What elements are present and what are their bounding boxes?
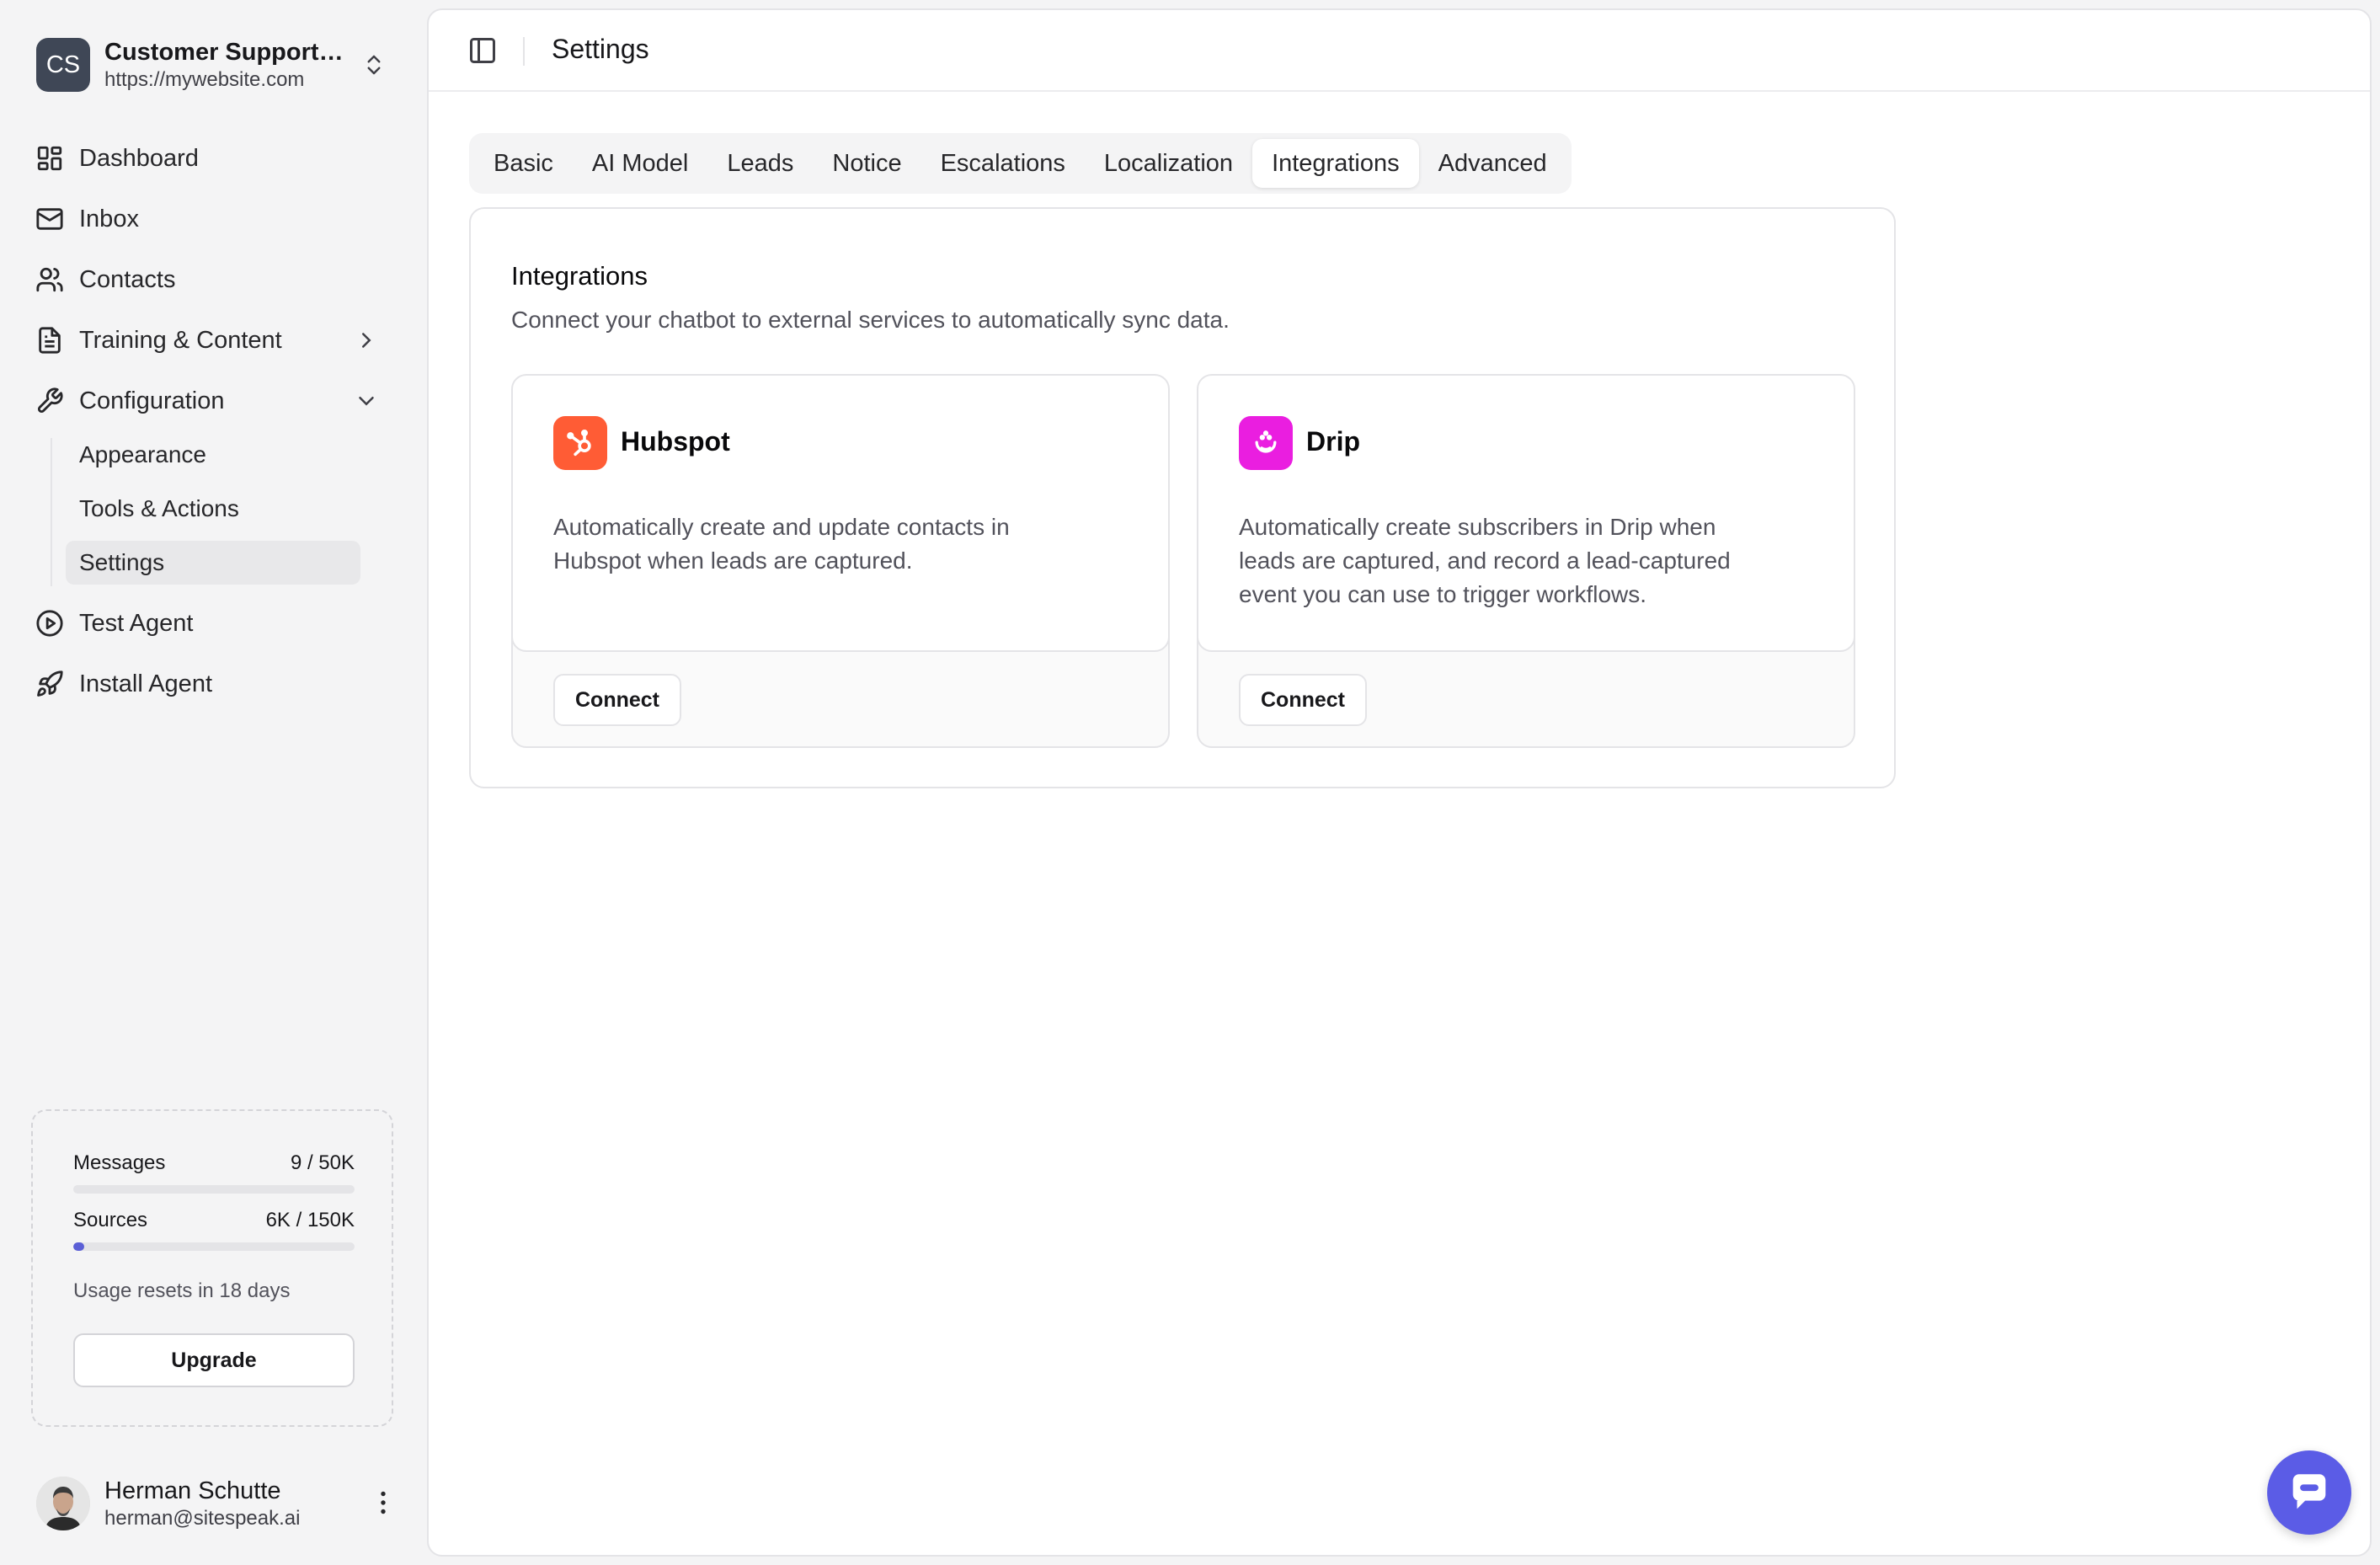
tab-escalations[interactable]: Escalations: [921, 139, 1085, 188]
sidebar-item-dashboard[interactable]: Dashboard: [30, 133, 391, 184]
main-panel: Settings Basic AI Model Leads Notice Esc…: [427, 8, 2372, 1557]
connect-drip-button[interactable]: Connect: [1239, 674, 1367, 726]
sidebar-item-label: Configuration: [79, 387, 225, 414]
sidebar-subitem-tools[interactable]: Tools & Actions: [66, 487, 360, 531]
section-description: Connect your chatbot to external service…: [511, 307, 1230, 333]
integrations-card: Integrations Connect your chatbot to ext…: [469, 207, 1896, 788]
sidebar-toggle-icon[interactable]: [467, 35, 498, 66]
avatar: [36, 1477, 90, 1530]
usage-messages-label: Messages: [73, 1151, 166, 1174]
section-title: Integrations: [511, 261, 648, 291]
sidebar-item-label: Training & Content: [79, 326, 282, 354]
workspace-switcher[interactable]: CS Customer Support Agent https://mywebs…: [36, 35, 390, 94]
sidebar-item-training[interactable]: Training & Content: [30, 315, 391, 366]
integration-drip: Drip Automatically create subscribers in…: [1197, 374, 1855, 748]
tab-integrations[interactable]: Integrations: [1252, 139, 1419, 188]
tab-advanced[interactable]: Advanced: [1419, 139, 1566, 188]
chat-launcher-button[interactable]: [2267, 1450, 2351, 1535]
sidebar: CS Customer Support Agent https://mywebs…: [0, 0, 426, 1565]
tab-basic[interactable]: Basic: [474, 139, 573, 188]
user-name: Herman Schutte: [104, 1477, 281, 1504]
sidebar-item-label: Dashboard: [79, 144, 199, 172]
submenu-guide: [51, 438, 52, 586]
usage-sources-bar: [73, 1242, 355, 1251]
hubspot-icon: [553, 416, 607, 470]
sidebar-item-test-agent[interactable]: Test Agent: [30, 598, 391, 649]
integration-hubspot: Hubspot Automatically create and update …: [511, 374, 1170, 748]
workspace-avatar: CS: [36, 38, 90, 92]
settings-tabs: Basic AI Model Leads Notice Escalations …: [469, 133, 1572, 194]
usage-card: Messages 9 / 50K Sources 6K / 150K Usage…: [31, 1109, 393, 1427]
integration-description: Automatically create and update contacts…: [553, 514, 1010, 574]
user-email: herman@sitespeak.ai: [104, 1507, 301, 1530]
sidebar-item-contacts[interactable]: Contacts: [30, 254, 391, 305]
play-circle-icon: [36, 610, 63, 637]
upgrade-button[interactable]: Upgrade: [73, 1333, 355, 1387]
usage-reset-text: Usage resets in 18 days: [73, 1279, 291, 1302]
integration-name: Hubspot: [621, 426, 730, 457]
page-title: Settings: [552, 34, 649, 64]
tab-localization[interactable]: Localization: [1085, 139, 1252, 188]
header-divider: [523, 37, 525, 66]
usage-messages-bar: [73, 1185, 355, 1194]
integration-name: Drip: [1306, 426, 1360, 457]
usage-messages-value: 9 / 50K: [290, 1151, 355, 1174]
usage-sources-fill: [73, 1242, 85, 1251]
file-text-icon: [39, 327, 61, 354]
sidebar-item-configuration[interactable]: Configuration: [30, 376, 391, 426]
workspace-name: Customer Support Agent: [104, 39, 349, 66]
sidebar-item-inbox[interactable]: Inbox: [30, 194, 391, 244]
user-avatar-image: [36, 1477, 90, 1530]
workspace-text: Customer Support Agent https://mywebsite…: [104, 37, 349, 93]
chevrons-up-down-icon: [367, 55, 381, 75]
rocket-icon: [37, 670, 63, 697]
usage-sources-label: Sources: [73, 1209, 148, 1231]
integration-body: Hubspot Automatically create and update …: [513, 376, 1168, 652]
app: CS Customer Support Agent https://mywebs…: [0, 0, 2380, 1565]
mail-icon: [36, 208, 63, 230]
tab-notice[interactable]: Notice: [813, 139, 921, 188]
chevron-right-icon: [362, 333, 371, 348]
sidebar-item-install-agent[interactable]: Install Agent: [30, 659, 391, 709]
workspace-url: https://mywebsite.com: [104, 68, 305, 91]
chevron-down-icon: [359, 397, 374, 406]
sidebar-subitem-appearance[interactable]: Appearance: [66, 433, 360, 477]
user-text: Herman Schutte herman@sitespeak.ai: [104, 1476, 300, 1531]
top-bar: Settings: [429, 10, 2370, 92]
more-vertical-icon[interactable]: [368, 1488, 398, 1518]
usage-messages-row: Messages 9 / 50K: [73, 1151, 355, 1175]
sidebar-item-label: Contacts: [79, 265, 176, 293]
usage-sources-value: 6K / 150K: [265, 1209, 355, 1231]
wrench-icon: [37, 387, 63, 414]
usage-sources-row: Sources 6K / 150K: [73, 1209, 355, 1232]
sidebar-item-label: Install Agent: [79, 670, 212, 697]
integration-description: Automatically create subscribers in Drip…: [1239, 514, 1731, 607]
dashboard-icon: [37, 146, 62, 171]
users-icon: [36, 267, 63, 292]
chat-bubble-icon: [2292, 1474, 2326, 1509]
tab-leads[interactable]: Leads: [707, 139, 813, 188]
connect-hubspot-button[interactable]: Connect: [553, 674, 681, 726]
user-menu[interactable]: Herman Schutte herman@sitespeak.ai: [36, 1474, 398, 1533]
sidebar-item-label: Test Agent: [79, 609, 194, 637]
sidebar-subitem-settings[interactable]: Settings: [66, 541, 360, 585]
tab-ai-model[interactable]: AI Model: [573, 139, 707, 188]
drip-icon: [1239, 416, 1293, 470]
integration-body: Drip Automatically create subscribers in…: [1198, 376, 1854, 652]
sidebar-item-label: Inbox: [79, 205, 139, 232]
